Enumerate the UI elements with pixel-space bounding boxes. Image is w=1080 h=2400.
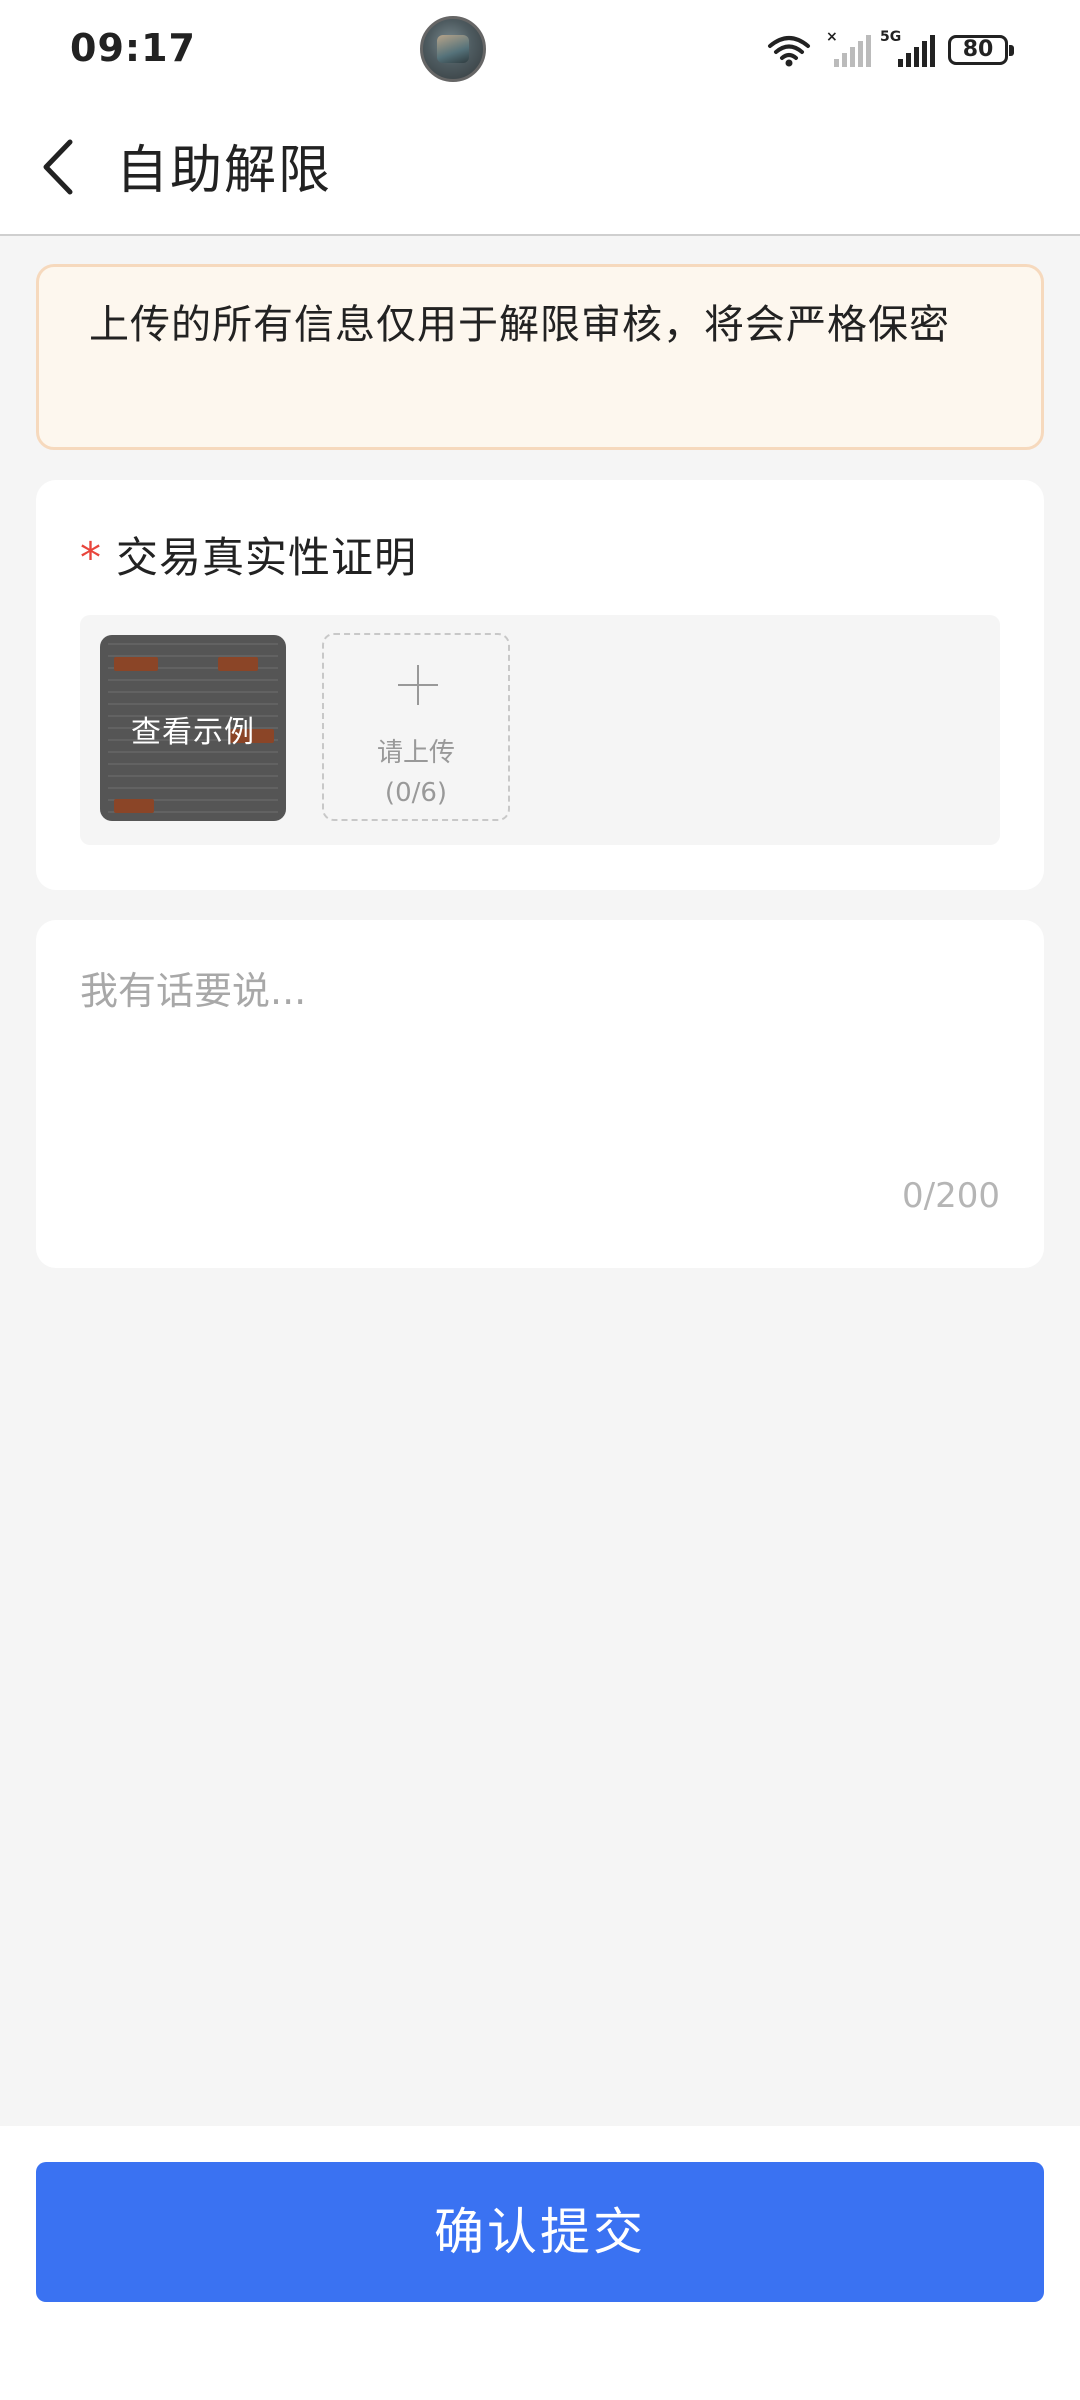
upload-label: 请上传	[376, 738, 455, 768]
wifi-icon	[768, 36, 810, 67]
status-time: 09:17	[70, 26, 196, 70]
notification-app-icon	[420, 16, 486, 82]
plus-icon	[398, 665, 438, 705]
cellular-1-icon: ×	[826, 29, 871, 67]
required-mark: *	[80, 533, 102, 582]
example-image[interactable]: 查看示例	[100, 635, 286, 821]
upload-area: 查看示例 请上传 (0/6)	[80, 615, 1000, 845]
upload-image-button[interactable]: 请上传 (0/6)	[322, 633, 510, 821]
status-bar: 09:17 × 5G 80	[0, 0, 1080, 100]
message-input[interactable]	[80, 960, 1000, 1140]
status-icons: × 5G 80	[766, 29, 1014, 70]
char-count: 0/200	[902, 1176, 1000, 1216]
upload-count: (0/6)	[384, 778, 448, 808]
message-card: 0/200	[36, 920, 1044, 1268]
upload-text: 请上传 (0/6)	[324, 733, 508, 813]
view-example-label: 查看示例	[131, 715, 255, 750]
back-arrow-icon[interactable]	[28, 122, 108, 212]
battery-icon: 80	[948, 35, 1014, 65]
upload-section-label: 交易真实性证明	[116, 533, 418, 582]
cellular-5g-icon: 5G	[880, 29, 935, 67]
upload-section-title: * 交易真实性证明	[80, 524, 417, 585]
submit-button[interactable]: 确认提交	[36, 2162, 1044, 2302]
privacy-notice: 上传的所有信息仅用于解限审核，将会严格保密	[36, 264, 1044, 450]
nav-bar: 自助解限	[0, 100, 1080, 236]
bottom-bar: 确认提交	[0, 2126, 1080, 2400]
upload-card: * 交易真实性证明 查看示例 请上传 (0/6)	[36, 480, 1044, 890]
page-title: 自助解限	[116, 141, 333, 201]
